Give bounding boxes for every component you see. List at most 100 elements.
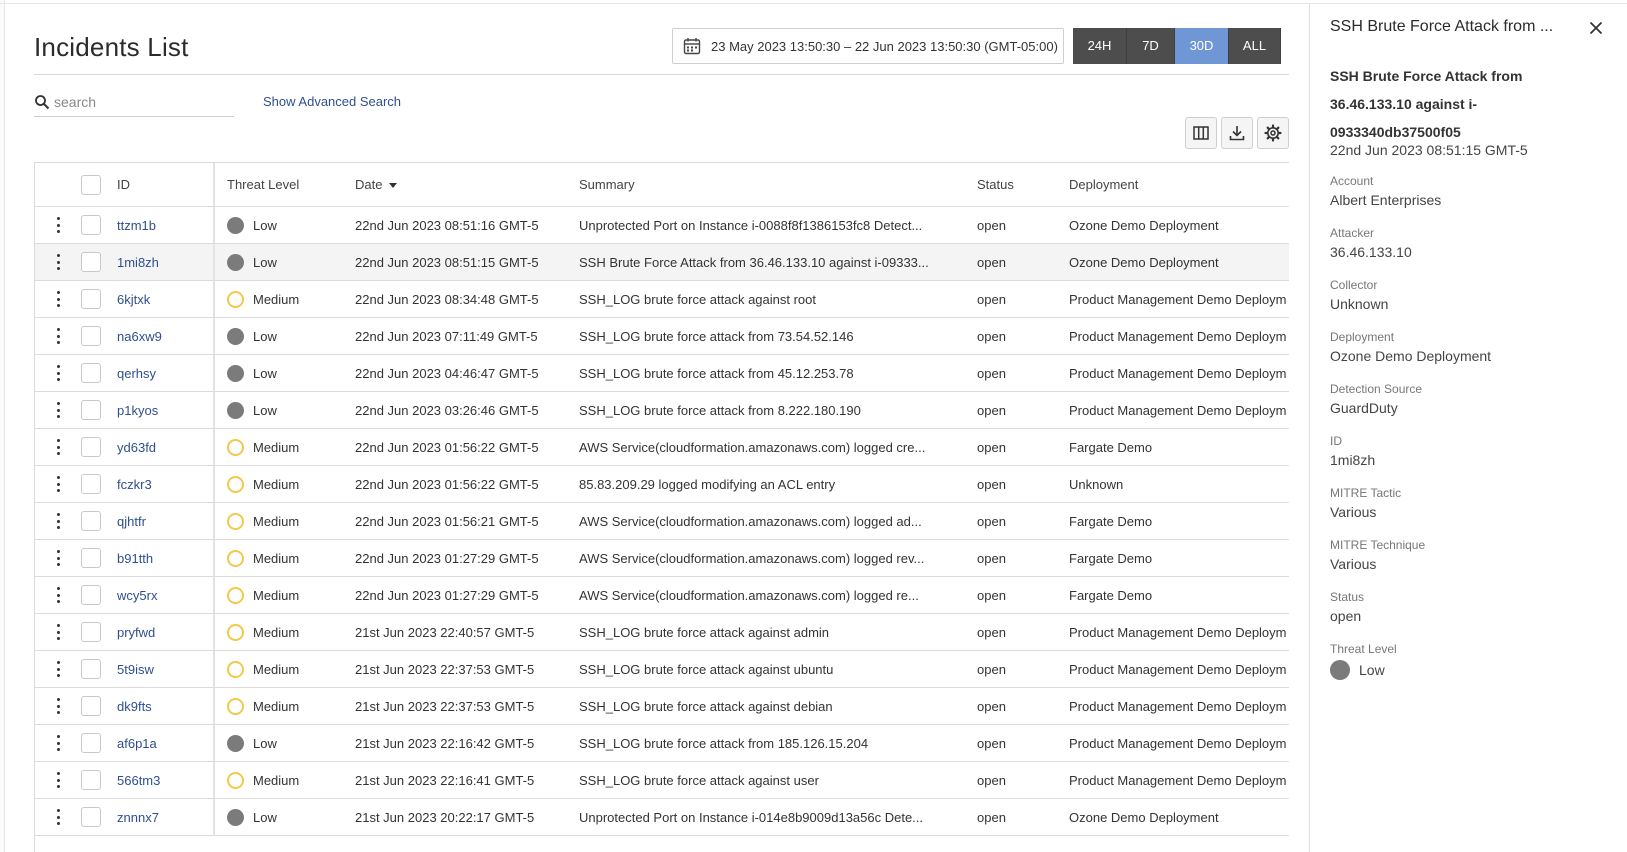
incident-id-link[interactable]: znnnx7 — [117, 810, 159, 825]
column-divider[interactable] — [213, 163, 227, 206]
row-checkbox[interactable] — [81, 437, 101, 457]
row-checkbox[interactable] — [81, 548, 101, 568]
column-header-summary[interactable]: Summary — [579, 177, 977, 192]
incident-id-link[interactable]: 1mi8zh — [117, 255, 159, 270]
table-row[interactable]: 566tm3 Medium 21st Jun 2023 22:16:41 GMT-5… — [35, 762, 1289, 799]
row-checkbox[interactable] — [81, 474, 101, 494]
date-range-picker[interactable]: 23 May 2023 13:50:30 – 22 Jun 2023 13:50… — [672, 28, 1064, 64]
incident-id-link[interactable]: fczkr3 — [117, 477, 152, 492]
row-checkbox[interactable] — [81, 363, 101, 383]
kebab-menu-icon[interactable] — [56, 217, 60, 233]
table-row[interactable]: qerhsy Low 22nd Jun 2023 04:46:47 GMT-5 SSH… — [35, 355, 1289, 392]
settings-button[interactable] — [1257, 117, 1289, 149]
kebab-menu-icon[interactable] — [56, 809, 60, 825]
summary-cell: SSH_LOG brute force attack against debia… — [579, 698, 833, 714]
incident-id-link[interactable]: yd63fd — [117, 440, 156, 455]
row-checkbox[interactable] — [81, 511, 101, 531]
range-button-7d[interactable]: 7D — [1127, 28, 1175, 64]
table-row[interactable]: na6xw9 Low 22nd Jun 2023 07:11:49 GMT-5 SSH… — [35, 318, 1289, 355]
table-row[interactable]: wcy5rx Medium 22nd Jun 2023 01:27:29 GMT-5… — [35, 577, 1289, 614]
range-button-all[interactable]: ALL — [1229, 28, 1281, 64]
table-row[interactable]: 1mi8zh Low 22nd Jun 2023 08:51:15 GMT-5 SSH… — [35, 244, 1289, 281]
table-row[interactable]: dk9fts Medium 21st Jun 2023 22:37:53 GMT-5… — [35, 688, 1289, 725]
incident-id-link[interactable]: wcy5rx — [117, 588, 157, 603]
kebab-menu-icon[interactable] — [56, 550, 60, 566]
kebab-menu-icon[interactable] — [56, 328, 60, 344]
row-checkbox[interactable] — [81, 252, 101, 272]
deployment-cell: Product Management Demo Deploym — [1069, 735, 1287, 751]
row-checkbox[interactable] — [81, 696, 101, 716]
kebab-menu-icon[interactable] — [56, 402, 60, 418]
summary-cell: SSH_LOG brute force attack from 185.126.… — [579, 735, 869, 751]
kebab-menu-icon[interactable] — [56, 661, 60, 677]
deployment-cell: Fargate Demo — [1069, 439, 1153, 455]
table-row[interactable]: 5t9isw Medium 21st Jun 2023 22:37:53 GMT-5… — [35, 651, 1289, 688]
incident-id-link[interactable]: na6xw9 — [117, 329, 162, 344]
table-row[interactable]: p1kyos Low 22nd Jun 2023 03:26:46 GMT-5 SSH… — [35, 392, 1289, 429]
column-header-deployment[interactable]: Deployment — [1069, 177, 1289, 192]
table-row[interactable]: ttzm1b Low 22nd Jun 2023 08:51:16 GMT-5 Unp… — [35, 207, 1289, 244]
threat-low-icon — [227, 808, 244, 826]
incident-id-link[interactable]: b91tth — [117, 551, 153, 566]
row-checkbox[interactable] — [81, 622, 101, 642]
row-checkbox[interactable] — [81, 659, 101, 679]
search-input[interactable] — [54, 93, 224, 110]
kebab-menu-icon[interactable] — [56, 513, 60, 529]
kebab-menu-icon[interactable] — [56, 735, 60, 751]
table-row[interactable]: qjhtfr Medium 22nd Jun 2023 01:56:21 GMT-5… — [35, 503, 1289, 540]
table-row[interactable]: fczkr3 Medium 22nd Jun 2023 01:56:22 GMT-5… — [35, 466, 1289, 503]
kebab-menu-icon[interactable] — [56, 698, 60, 714]
range-button-30d[interactable]: 30D — [1175, 28, 1229, 64]
summary-cell: AWS Service(cloudformation.amazonaws.com… — [579, 587, 919, 603]
table-row[interactable]: b91tth Medium 22nd Jun 2023 01:27:29 GMT-5… — [35, 540, 1289, 577]
close-icon[interactable] — [1588, 20, 1604, 36]
table-row[interactable]: yd63fd Medium 22nd Jun 2023 01:56:22 GMT-5… — [35, 429, 1289, 466]
table-row[interactable]: znnnx7 Low 21st Jun 2023 20:22:17 GMT-5 Unp… — [35, 799, 1289, 836]
incident-id-link[interactable]: qjhtfr — [117, 514, 146, 529]
row-checkbox[interactable] — [81, 326, 101, 346]
incident-id-link[interactable]: 566tm3 — [117, 773, 160, 788]
incident-id-link[interactable]: p1kyos — [117, 403, 158, 418]
range-button-24h[interactable]: 24H — [1073, 28, 1127, 64]
threat-level-cell: Medium — [227, 660, 355, 678]
advanced-search-link[interactable]: Show Advanced Search — [263, 94, 401, 109]
date-cell: 22nd Jun 2023 01:27:29 GMT-5 — [355, 550, 539, 566]
download-button[interactable] — [1221, 117, 1253, 149]
row-checkbox[interactable] — [81, 289, 101, 309]
table-row[interactable]: 6kjtxk Medium 22nd Jun 2023 08:34:48 GMT-5… — [35, 281, 1289, 318]
threat-level-cell: Low — [227, 327, 355, 345]
kebab-menu-icon[interactable] — [56, 476, 60, 492]
kebab-menu-icon[interactable] — [56, 254, 60, 270]
kebab-menu-icon[interactable] — [56, 291, 60, 307]
column-header-status[interactable]: Status — [977, 177, 1069, 192]
kebab-menu-icon[interactable] — [56, 439, 60, 455]
incident-id-link[interactable]: pryfwd — [117, 625, 155, 640]
incident-id-link[interactable]: ttzm1b — [117, 218, 156, 233]
deployment-cell: Unknown — [1069, 476, 1124, 492]
select-all-checkbox[interactable] — [81, 174, 101, 195]
column-header-date[interactable]: Date — [355, 177, 579, 192]
incident-id-link[interactable]: dk9fts — [117, 699, 152, 714]
incident-id-link[interactable]: 5t9isw — [117, 662, 154, 677]
status-cell: open — [977, 587, 1006, 603]
detail-field-label: Deployment — [1330, 330, 1395, 344]
row-checkbox[interactable] — [81, 400, 101, 420]
row-checkbox[interactable] — [81, 215, 101, 235]
kebab-menu-icon[interactable] — [56, 587, 60, 603]
kebab-menu-icon[interactable] — [56, 365, 60, 381]
row-checkbox[interactable] — [81, 770, 101, 790]
kebab-menu-icon[interactable] — [56, 624, 60, 640]
table-row[interactable]: af6p1a Low 21st Jun 2023 22:16:42 GMT-5 SSH… — [35, 725, 1289, 762]
incident-id-link[interactable]: 6kjtxk — [117, 292, 150, 307]
row-checkbox[interactable] — [81, 733, 101, 753]
kebab-menu-icon[interactable] — [56, 772, 60, 788]
row-checkbox[interactable] — [81, 585, 101, 605]
columns-button[interactable] — [1185, 117, 1217, 149]
row-checkbox[interactable] — [81, 807, 101, 827]
incident-id-link[interactable]: qerhsy — [117, 366, 156, 381]
column-header-threat-level[interactable]: Threat Level — [227, 177, 355, 192]
incident-id-link[interactable]: af6p1a — [117, 736, 157, 751]
column-header-id[interactable]: ID — [117, 177, 213, 192]
table-row[interactable]: pryfwd Medium 21st Jun 2023 22:40:57 GMT-5… — [35, 614, 1289, 651]
threat-medium-icon — [227, 438, 244, 456]
